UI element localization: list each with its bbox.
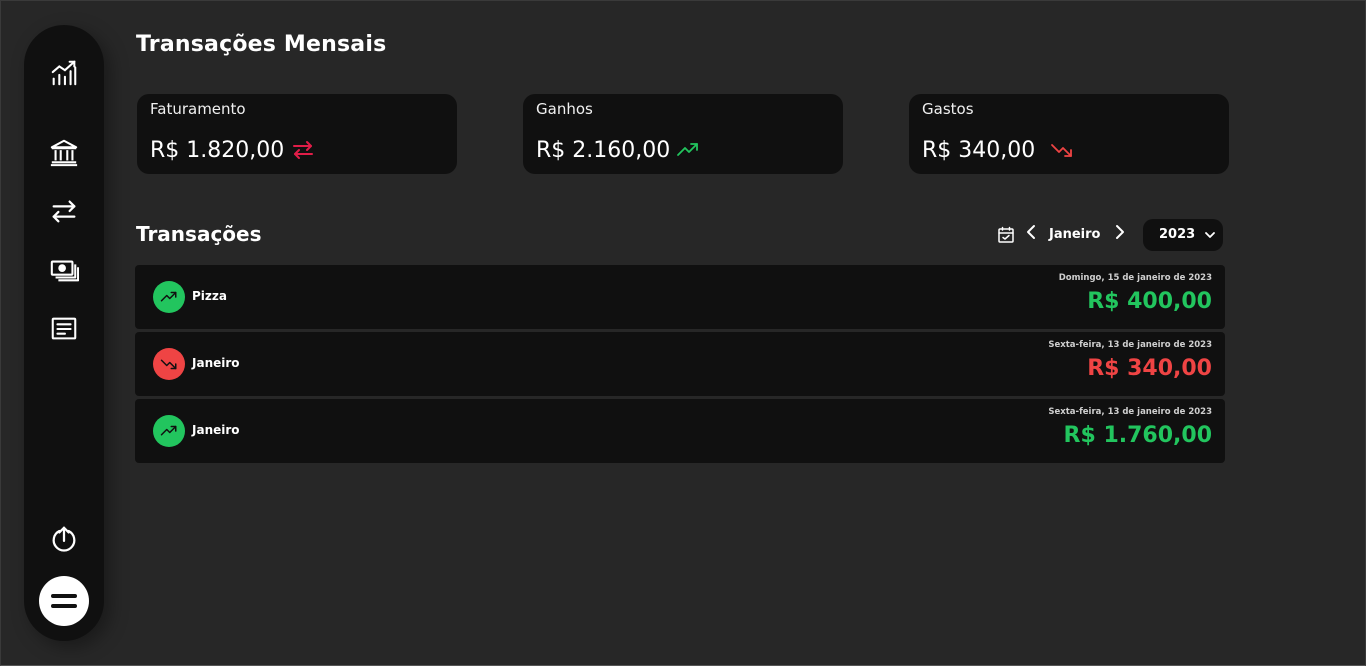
transaction-amount: R$ 400,00 bbox=[1087, 289, 1212, 314]
menu-button[interactable] bbox=[39, 576, 89, 626]
summary-card-ganhos: Ganhos R$ 2.160,00 bbox=[523, 94, 843, 174]
page-title: Transações Mensais bbox=[136, 32, 387, 57]
bank-icon[interactable] bbox=[48, 136, 80, 168]
card-value: R$ 2.160,00 bbox=[536, 138, 671, 163]
year-value: 2023 bbox=[1159, 227, 1196, 242]
summary-card-faturamento: Faturamento R$ 1.820,00 bbox=[137, 94, 457, 174]
trend-down-icon bbox=[1050, 138, 1074, 162]
card-label: Faturamento bbox=[150, 100, 246, 118]
calendar-icon[interactable] bbox=[997, 226, 1015, 244]
chart-icon[interactable] bbox=[48, 57, 80, 89]
next-month-button[interactable] bbox=[1112, 224, 1126, 240]
logout-icon[interactable] bbox=[48, 523, 80, 555]
card-label: Gastos bbox=[922, 100, 974, 118]
transaction-amount: R$ 340,00 bbox=[1087, 356, 1212, 381]
transaction-date: Domingo, 15 de janeiro de 2023 bbox=[1058, 273, 1212, 283]
year-select[interactable]: 2023 bbox=[1143, 219, 1223, 251]
transaction-date: Sexta-feira, 13 de janeiro de 2023 bbox=[1048, 407, 1212, 417]
previous-month-button[interactable] bbox=[1025, 224, 1039, 240]
menu-icon-bar bbox=[51, 594, 77, 598]
card-value: R$ 340,00 bbox=[922, 138, 1036, 163]
trend-up-icon bbox=[153, 281, 185, 313]
sidebar bbox=[24, 25, 104, 641]
trend-up-icon bbox=[676, 138, 700, 162]
transaction-name: Janeiro bbox=[192, 356, 240, 370]
trend-down-icon bbox=[153, 348, 185, 380]
transaction-name: Janeiro bbox=[192, 423, 240, 437]
transactions-list: Pizza Domingo, 15 de janeiro de 2023 R$ … bbox=[135, 265, 1225, 466]
transaction-row[interactable]: Pizza Domingo, 15 de janeiro de 2023 R$ … bbox=[135, 265, 1225, 329]
transaction-row[interactable]: Janeiro Sexta-feira, 13 de janeiro de 20… bbox=[135, 399, 1225, 463]
transfer-arrows-icon bbox=[291, 138, 315, 162]
transaction-amount: R$ 1.760,00 bbox=[1063, 423, 1212, 448]
transaction-row[interactable]: Janeiro Sexta-feira, 13 de janeiro de 20… bbox=[135, 332, 1225, 396]
transactions-title: Transações bbox=[136, 222, 262, 246]
menu-icon-bar bbox=[51, 604, 77, 608]
card-value: R$ 1.820,00 bbox=[150, 138, 285, 163]
cash-icon[interactable] bbox=[48, 254, 80, 286]
transaction-name: Pizza bbox=[192, 289, 227, 303]
trend-up-icon bbox=[153, 415, 185, 447]
chevron-down-icon bbox=[1205, 232, 1215, 238]
transfer-icon[interactable] bbox=[48, 195, 80, 227]
month-label: Janeiro bbox=[1049, 227, 1101, 242]
transaction-date: Sexta-feira, 13 de janeiro de 2023 bbox=[1048, 340, 1212, 350]
summary-card-gastos: Gastos R$ 340,00 bbox=[909, 94, 1229, 174]
card-label: Ganhos bbox=[536, 100, 593, 118]
receipt-icon[interactable] bbox=[48, 313, 80, 345]
